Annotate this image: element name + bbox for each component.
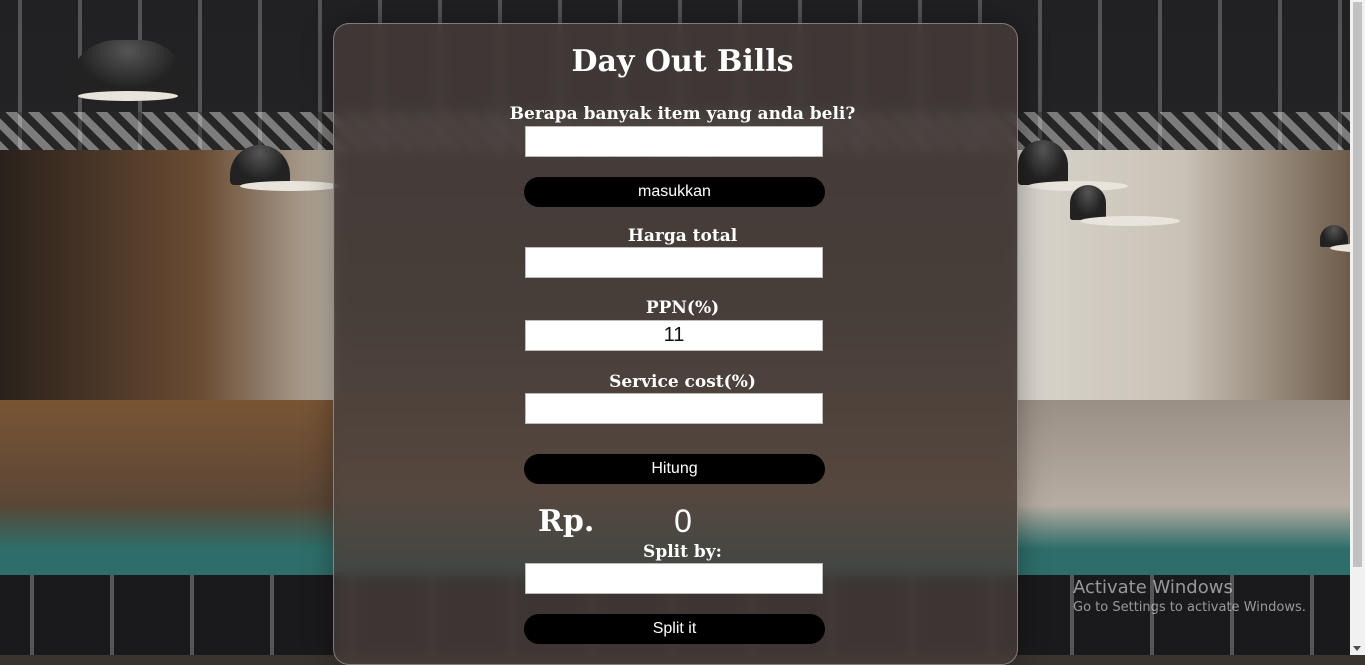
submit-items-button[interactable]: masukkan bbox=[524, 177, 825, 207]
items-count-input[interactable] bbox=[525, 126, 823, 157]
lamp-icon bbox=[1070, 185, 1180, 226]
service-cost-input[interactable] bbox=[525, 393, 823, 424]
lamp-icon bbox=[1018, 140, 1128, 191]
calculate-button[interactable]: Hitung bbox=[524, 454, 825, 484]
scroll-down-arrow-icon[interactable] bbox=[1353, 646, 1361, 651]
ppn-input[interactable] bbox=[525, 320, 823, 351]
ppn-label: PPN(%) bbox=[645, 298, 720, 318]
split-button[interactable]: Split it bbox=[524, 614, 825, 644]
watermark-subtitle: Go to Settings to activate Windows. bbox=[1073, 600, 1306, 615]
currency-label: Rp. bbox=[538, 504, 595, 539]
windows-activation-watermark: Activate Windows Go to Settings to activ… bbox=[1073, 577, 1306, 615]
service-cost-label: Service cost(%) bbox=[609, 372, 756, 392]
split-by-label: Split by: bbox=[643, 542, 722, 562]
items-count-label: Berapa banyak item yang anda beli? bbox=[509, 104, 856, 124]
page-title: Day Out Bills bbox=[571, 44, 794, 79]
scrollbar-thumb[interactable] bbox=[1353, 2, 1362, 567]
result-value: 0 bbox=[674, 503, 692, 539]
split-by-input[interactable] bbox=[525, 563, 823, 594]
total-price-label: Harga total bbox=[627, 226, 738, 246]
watermark-title: Activate Windows bbox=[1073, 577, 1233, 598]
total-price-input[interactable] bbox=[525, 247, 823, 278]
vertical-scrollbar[interactable] bbox=[1350, 0, 1365, 655]
